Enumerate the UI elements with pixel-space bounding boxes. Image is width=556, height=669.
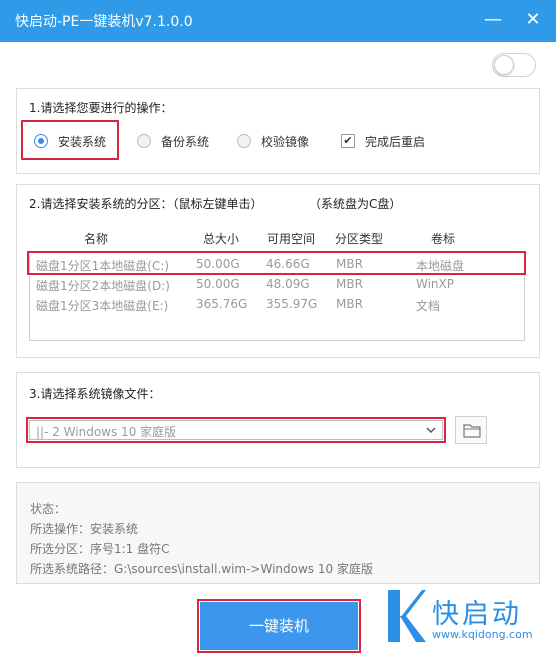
partition-name: 磁盘1分区3本地磁盘(E:) <box>36 299 169 313</box>
reboot-label: 完成后重启 <box>365 134 426 149</box>
option-backup-system[interactable]: 备份系统 <box>137 133 209 149</box>
partition-panel-title: 2.请选择安装系统的分区：（鼠标左键单击） <box>29 197 263 211</box>
title-bar: 快启动-PE一键装机v7.1.0.0 — ✕ <box>0 0 556 42</box>
highlight-install-button <box>197 599 361 653</box>
col-header-volume-label: 卷标 <box>431 232 456 246</box>
partition-total: 365.76G <box>196 297 248 311</box>
folder-icon <box>463 424 481 438</box>
partition-panel-note: （系统盘为C盘） <box>309 197 402 211</box>
browse-folder-button[interactable] <box>455 416 487 444</box>
checkmark-icon: ✔ <box>343 134 353 147</box>
operation-panel-title: 1.请选择您要进行的操作： <box>29 101 173 115</box>
highlight-image-select <box>26 417 446 443</box>
partition-type: MBR <box>336 277 363 291</box>
toggle-knob <box>494 55 514 75</box>
status-heading: 状态： <box>30 502 67 516</box>
status-operation: 所选操作：安装系统 <box>30 522 139 536</box>
partition-label: WinXP <box>416 277 454 291</box>
reboot-checkbox[interactable]: ✔ <box>341 134 355 148</box>
col-header-free-space: 可用空间 <box>267 232 316 246</box>
col-header-name: 名称 <box>84 232 109 246</box>
highlight-install-option <box>21 120 119 160</box>
partition-row[interactable]: 磁盘1分区3本地磁盘(E:) 365.76G 355.97G MBR 文档 <box>30 294 524 314</box>
brand-url: www.kqidong.com <box>432 628 533 641</box>
status-partition: 所选分区：序号1:1 盘符C <box>30 542 170 556</box>
radio-backup-system[interactable] <box>137 134 151 148</box>
partition-row[interactable]: 磁盘1分区2本地磁盘(D:) 50.00G 48.09G MBR WinXP <box>30 274 524 294</box>
close-button[interactable]: ✕ <box>518 6 548 36</box>
option-verify-image[interactable]: 校验镜像 <box>237 133 309 149</box>
radio-verify-image[interactable] <box>237 134 251 148</box>
partition-name: 磁盘1分区2本地磁盘(D:) <box>36 279 170 293</box>
option-verify-label: 校验镜像 <box>261 134 310 149</box>
partition-free: 355.97G <box>266 297 318 311</box>
partition-free: 48.09G <box>266 277 310 291</box>
status-path: 所选系统路径：G:\sources\install.wim->Windows 1… <box>30 562 373 576</box>
option-reboot-after[interactable]: ✔ 完成后重启 <box>341 133 425 149</box>
partition-type: MBR <box>336 297 363 311</box>
col-header-partition-type: 分区类型 <box>335 232 384 246</box>
highlight-partition-c <box>27 251 526 275</box>
option-backup-label: 备份系统 <box>161 134 210 149</box>
minimize-button[interactable]: — <box>478 6 508 36</box>
image-panel-title: 3.请选择系统镜像文件： <box>29 387 161 401</box>
col-header-total-size: 总大小 <box>203 232 240 246</box>
partition-label: 文档 <box>416 299 441 313</box>
window-title: 快启动-PE一键装机v7.1.0.0 <box>15 14 193 30</box>
toggle-switch[interactable] <box>492 53 536 77</box>
brand-name: 快启动 <box>432 599 522 630</box>
partition-total: 50.00G <box>196 277 240 291</box>
kqidong-logo-icon <box>388 590 426 642</box>
